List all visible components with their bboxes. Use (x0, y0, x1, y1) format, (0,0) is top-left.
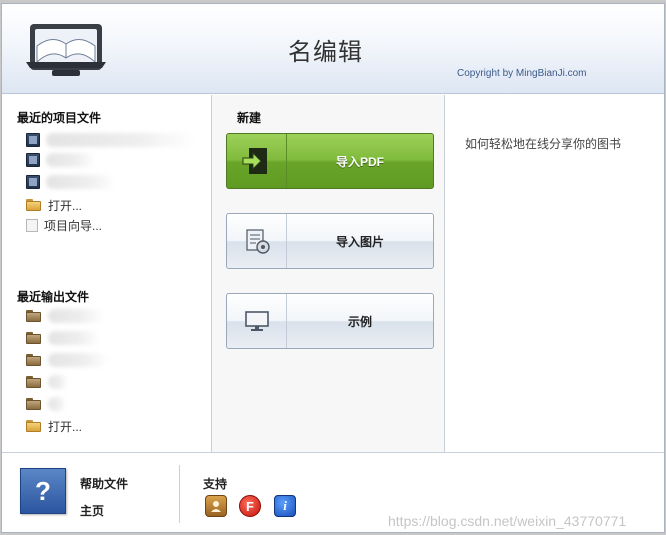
folder-icon (26, 331, 42, 345)
open-project-link[interactable]: 打开... (26, 196, 82, 214)
recent-project-item[interactable] (26, 131, 196, 149)
examples-label: 示例 (347, 314, 372, 329)
recent-outputs-title: 最近输出文件 (17, 290, 90, 304)
open-folder-icon (26, 198, 42, 212)
blurred-filename (48, 309, 104, 323)
footer-divider (179, 465, 180, 523)
recent-output-item[interactable] (26, 307, 104, 325)
tips-panel: 如何轻松地在线分享你的图书 (445, 95, 664, 452)
blurred-filename (48, 353, 108, 367)
copyright-text: Copyright by MingBianJi.com (457, 68, 587, 79)
folder-icon (26, 309, 42, 323)
blurred-filename (48, 331, 100, 345)
book-logo-icon (26, 24, 106, 76)
import-arrow-icon (227, 134, 287, 188)
home-page-link[interactable]: 主页 (80, 502, 104, 519)
new-title: 新建 (237, 111, 262, 125)
blurred-filename (46, 133, 196, 147)
app-window: 名编辑 Copyright by MingBianJi.com 最近的项目文件 … (1, 3, 665, 533)
recent-output-item[interactable] (26, 395, 66, 413)
import-images-button[interactable]: 导入图片 (226, 213, 434, 269)
image-settings-icon (227, 214, 287, 268)
import-pdf-label: 导入PDF (335, 154, 384, 169)
open-output-label: 打开... (48, 419, 83, 434)
footer-bar: ? 帮助文件 主页 支持 F i https://blog.csdn.net/w… (2, 452, 664, 532)
flash-f-icon[interactable]: F (239, 495, 261, 517)
blurred-filename (46, 175, 116, 189)
recent-output-item[interactable] (26, 373, 68, 391)
open-output-link[interactable]: 打开... (26, 417, 82, 435)
examples-button[interactable]: 示例 (226, 293, 434, 349)
blurred-filename (48, 397, 66, 411)
new-project-panel: 新建 导入PDF 导入图片 示例 (211, 95, 445, 452)
watermark-text: https://blog.csdn.net/weixin_43770771 (388, 513, 627, 529)
help-files-link[interactable]: 帮助文件 (80, 475, 128, 492)
header-banner: 名编辑 Copyright by MingBianJi.com (2, 4, 664, 94)
folder-icon (26, 353, 42, 367)
recent-files-panel: 最近的项目文件 打开... 项目向导... 最近输出文件 打开... (2, 95, 211, 452)
import-pdf-button[interactable]: 导入PDF (226, 133, 434, 189)
monitor-icon (227, 294, 287, 348)
support-title: 支持 (203, 477, 228, 491)
book-icon (26, 175, 40, 189)
book-icon (26, 153, 40, 167)
contact-person-icon[interactable] (205, 495, 227, 517)
recent-output-item[interactable] (26, 329, 100, 347)
open-project-label: 打开... (48, 198, 83, 213)
app-title: 名编辑 (288, 39, 363, 66)
book-icon (26, 133, 40, 147)
help-question-icon[interactable]: ? (20, 468, 66, 514)
blurred-filename (46, 153, 96, 167)
open-folder-icon (26, 419, 42, 433)
folder-icon (26, 375, 42, 389)
recent-projects-title: 最近的项目文件 (17, 111, 102, 125)
blurred-filename (48, 375, 68, 389)
recent-output-item[interactable] (26, 351, 108, 369)
recent-project-item[interactable] (26, 151, 96, 169)
info-icon[interactable]: i (274, 495, 296, 517)
folder-icon (26, 397, 42, 411)
recent-project-item[interactable] (26, 173, 116, 191)
project-wizard-label: 项目向导... (44, 218, 103, 233)
wizard-page-icon (26, 218, 38, 232)
share-book-tip-link[interactable]: 如何轻松地在线分享你的图书 (465, 135, 621, 152)
project-wizard-link[interactable]: 项目向导... (26, 216, 102, 234)
import-images-label: 导入图片 (335, 234, 384, 249)
